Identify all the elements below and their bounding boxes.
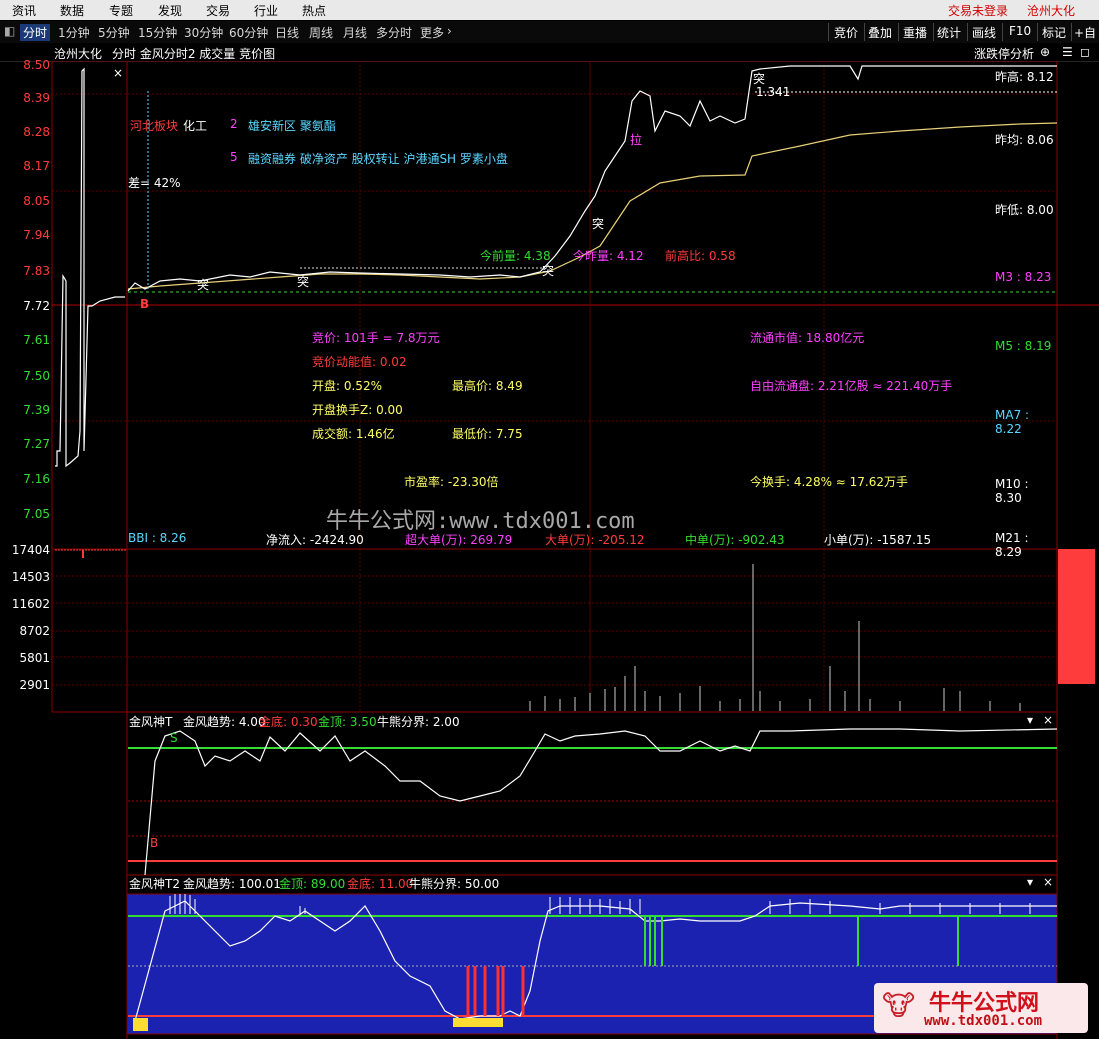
tab-30min[interactable]: 30分钟: [184, 24, 223, 41]
tab-monthly[interactable]: 月线: [343, 24, 367, 41]
window-icon[interactable]: ◻: [1080, 45, 1090, 59]
sidebar-toggle-icon[interactable]: ◧: [4, 24, 15, 38]
ma-m21: M21 : 8.29: [995, 531, 1029, 559]
prev-avg: 昨均: 8.06: [995, 133, 1054, 147]
period-tab-bar: ◧ 分时 1分钟 5分钟 15分钟 30分钟 60分钟 日线 周线 月线 多分时…: [0, 21, 1099, 57]
logo-url: www.tdx001.com: [924, 1013, 1043, 1029]
panel1-top: 金顶: 3.50: [318, 715, 377, 729]
trade-login-status[interactable]: 交易未登录: [948, 2, 1008, 19]
tab-multi-intraday[interactable]: 多分时: [376, 24, 412, 41]
top-menu-bar: 资讯 数据 专题 发现 交易 行业 热点 交易未登录 沧州大化: [0, 0, 1099, 20]
dropdown-icon[interactable]: ▾: [1027, 875, 1033, 889]
ma-ma7: MA7 : 8.22: [995, 408, 1030, 436]
tab-5min[interactable]: 5分钟: [98, 24, 130, 41]
prev-high: 昨高: 8.12: [995, 70, 1054, 84]
layout-icon[interactable]: ☰: [1062, 45, 1073, 59]
menu-data[interactable]: 数据: [60, 2, 84, 19]
signal-b: B: [150, 836, 159, 850]
panel2-name[interactable]: 金风神T2: [129, 875, 180, 892]
tab-daily[interactable]: 日线: [275, 24, 299, 41]
tab-intraday[interactable]: 分时: [20, 24, 51, 41]
tab-1min[interactable]: 1分钟: [58, 24, 90, 41]
chevron-right-icon[interactable]: ›: [447, 24, 452, 38]
tab-weekly[interactable]: 周线: [309, 24, 333, 41]
auction-button[interactable]: 竞价: [834, 24, 858, 41]
panel1-name[interactable]: 金风神T: [129, 713, 172, 730]
menu-discover[interactable]: 发现: [158, 2, 182, 19]
volume-tick: 11602: [11, 597, 50, 611]
panel2-header: 金风神T2 金风趋势: 100.01 金顶: 89.00 金底: 11.00 牛…: [127, 875, 1057, 891]
volume-tick: 8702: [19, 624, 50, 638]
volume-axis: 17404 14503 11602 8702 5801 2901: [0, 543, 52, 693]
reference-panel: 昨高: 8.12 昨均: 8.06 昨低: 8.00 M3 : 8.23 M5 …: [0, 61, 1099, 561]
prev-low: 昨低: 8.00: [995, 203, 1054, 217]
tab-more[interactable]: 更多: [420, 24, 444, 41]
menu-news[interactable]: 资讯: [12, 2, 36, 19]
panel1-trend: 金风趋势: 4.00: [183, 715, 266, 729]
stock-name: 沧州大化: [54, 47, 103, 61]
mark-button[interactable]: 标记: [1042, 24, 1066, 41]
indicator-list[interactable]: 分时 金风分时2 成交量 竞价图: [112, 45, 275, 62]
settings-icon[interactable]: ⊕: [1040, 45, 1050, 59]
close-icon[interactable]: ×: [1043, 875, 1053, 889]
dropdown-icon[interactable]: ▾: [1027, 713, 1033, 727]
f10-button[interactable]: F10: [1009, 24, 1031, 38]
volume-tick: 14503: [11, 570, 50, 584]
replay-button[interactable]: 重播: [903, 24, 927, 41]
menu-trade[interactable]: 交易: [206, 2, 230, 19]
close-icon[interactable]: ×: [1043, 713, 1053, 727]
ma-m3: M3 : 8.23: [995, 270, 1052, 284]
menu-topics[interactable]: 专题: [109, 2, 133, 19]
panel2-divide: 牛熊分界: 50.00: [409, 877, 500, 891]
draw-line-button[interactable]: 画线: [972, 24, 996, 41]
panel1-bottom: 金底: 0.30: [259, 715, 318, 729]
volume-tick: 5801: [19, 651, 50, 665]
signal-s: S: [170, 731, 178, 745]
panel2-top: 金顶: 89.00: [279, 877, 346, 891]
limit-analysis-button[interactable]: 涨跌停分析: [974, 45, 1034, 62]
current-stock-link[interactable]: 沧州大化: [1027, 2, 1075, 19]
close-icon[interactable]: ×: [113, 66, 123, 80]
tab-15min[interactable]: 15分钟: [138, 24, 177, 41]
statistics-button[interactable]: 统计: [937, 24, 961, 41]
cow-icon: 🐮: [882, 989, 916, 1022]
panel1-divide: 牛熊分界: 2.00: [377, 715, 460, 729]
panel2-trend: 金风趋势: 100.01: [183, 877, 281, 891]
site-logo: 🐮 牛牛公式网 www.tdx001.com: [874, 983, 1088, 1033]
panel2-bottom: 金底: 11.00: [347, 877, 414, 891]
chart-title-row: 沧州大化 分时 金风分时2 成交量 竞价图 涨跌停分析 ⊕ ☰ ◻: [0, 43, 1099, 62]
volume-tick: 2901: [19, 678, 50, 692]
ma-m10: M10 : 8.30: [995, 477, 1029, 505]
menu-hot[interactable]: 热点: [302, 2, 326, 19]
tab-60min[interactable]: 60分钟: [229, 24, 268, 41]
ma-m5: M5 : 8.19: [995, 339, 1052, 353]
overlay-button[interactable]: 叠加: [868, 24, 892, 41]
menu-industry[interactable]: 行业: [254, 2, 278, 19]
panel1-header: 金风神T 金风趋势: 4.00 金底: 0.30 金顶: 3.50 牛熊分界: …: [127, 713, 1057, 729]
